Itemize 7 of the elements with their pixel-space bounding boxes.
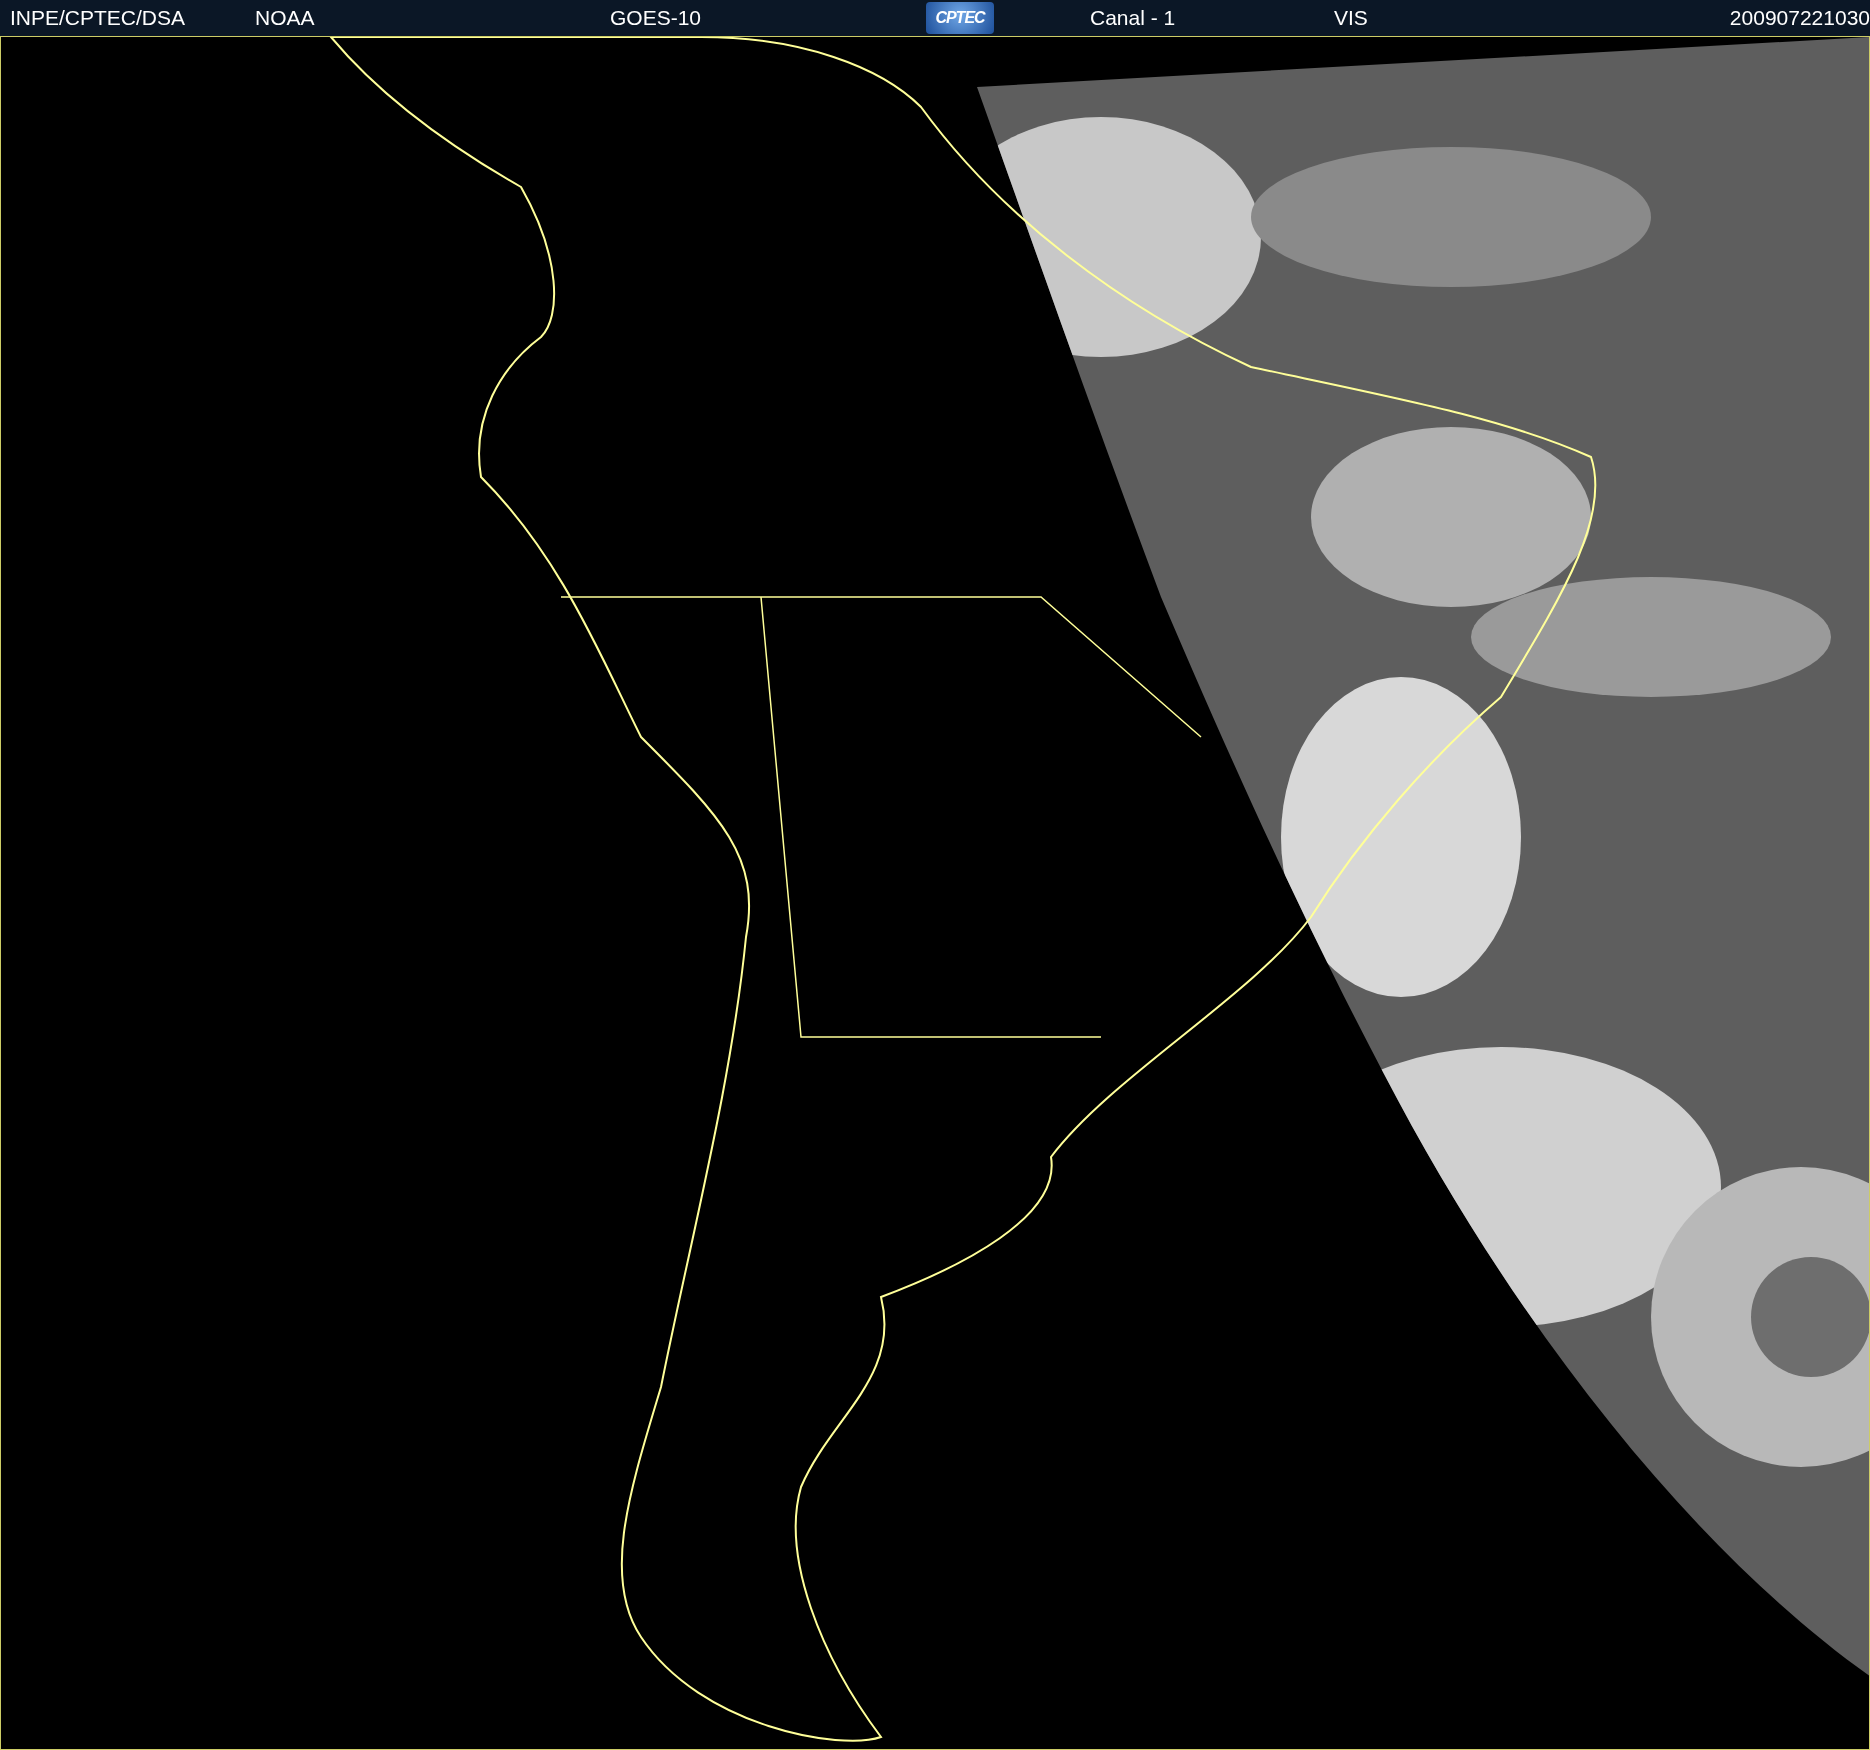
header-label: VIS <box>1334 6 1368 30</box>
logo: CPTEC <box>926 2 994 34</box>
header-label: 200907221030 <box>1729 6 1870 30</box>
header-label: NOAA <box>255 6 315 30</box>
header-label: INPE/CPTEC/DSA <box>10 6 186 30</box>
header-label: Canal - 1 <box>1090 6 1176 30</box>
header-label: GOES-10 <box>610 6 702 30</box>
